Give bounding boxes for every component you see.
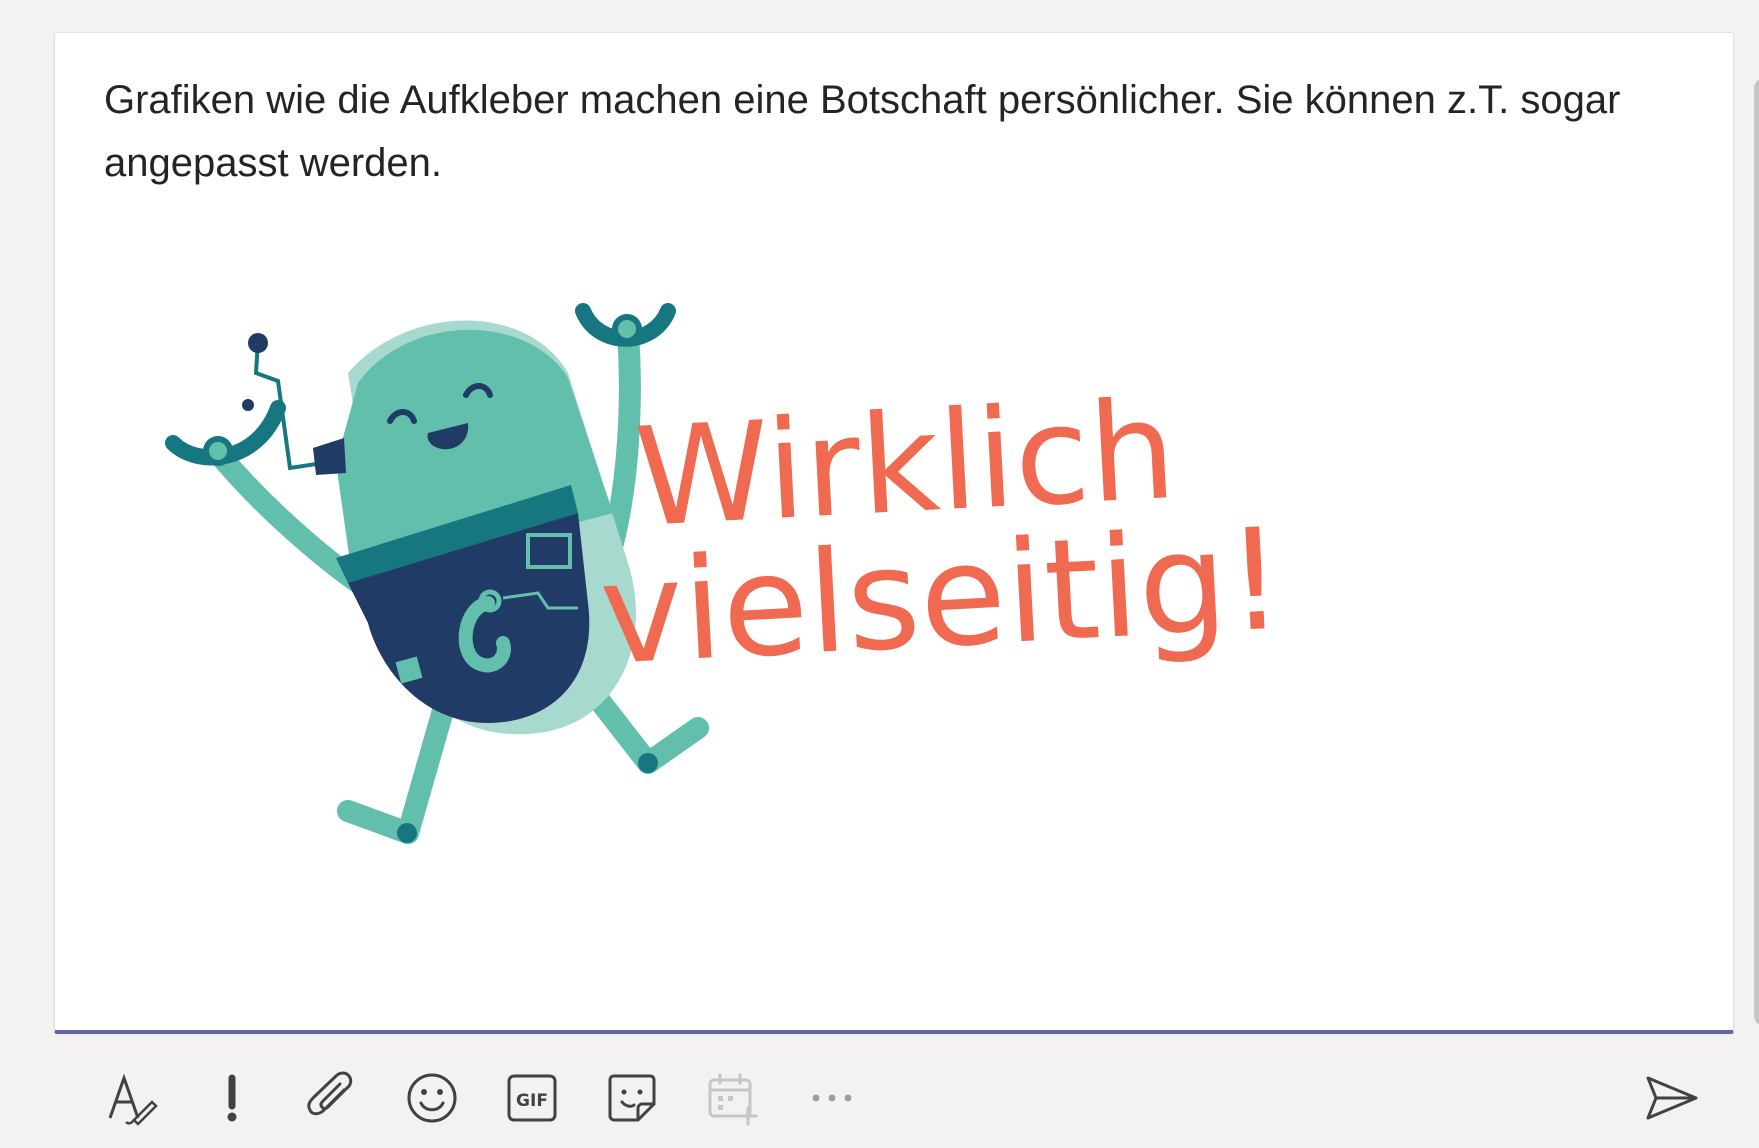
sticker-caption-line2: vielseitig! <box>596 498 1287 697</box>
important-icon <box>227 1074 237 1122</box>
compose-toolbar: GIF <box>54 1060 1734 1136</box>
send-icon <box>1646 1076 1698 1120</box>
more-options-icon <box>812 1094 852 1102</box>
important-button[interactable] <box>194 1060 270 1136</box>
emoji-button[interactable] <box>394 1060 470 1136</box>
send-button[interactable] <box>1634 1060 1710 1136</box>
emoji-icon <box>407 1073 457 1123</box>
sticker-image: Wirklich vielseitig! <box>108 263 1348 953</box>
more-options-button[interactable] <box>794 1060 870 1136</box>
schedule-meeting-icon <box>708 1073 758 1126</box>
format-button[interactable] <box>94 1060 170 1136</box>
gif-icon: GIF <box>507 1074 557 1122</box>
sticker-icon <box>608 1074 656 1122</box>
sticker-button[interactable] <box>594 1060 670 1136</box>
attach-icon <box>307 1071 353 1116</box>
format-icon <box>108 1073 158 1126</box>
attach-button[interactable] <box>294 1060 370 1136</box>
compose-box[interactable]: Grafiken wie die Aufkleber machen eine B… <box>54 32 1759 1034</box>
svg-text:GIF: GIF <box>516 1091 548 1111</box>
message-text[interactable]: Grafiken wie die Aufkleber machen eine B… <box>104 69 1644 195</box>
gif-button[interactable]: GIF <box>494 1060 570 1136</box>
vertical-scrollbar[interactable] <box>1754 77 1759 1027</box>
schedule-meeting-button <box>694 1060 770 1136</box>
